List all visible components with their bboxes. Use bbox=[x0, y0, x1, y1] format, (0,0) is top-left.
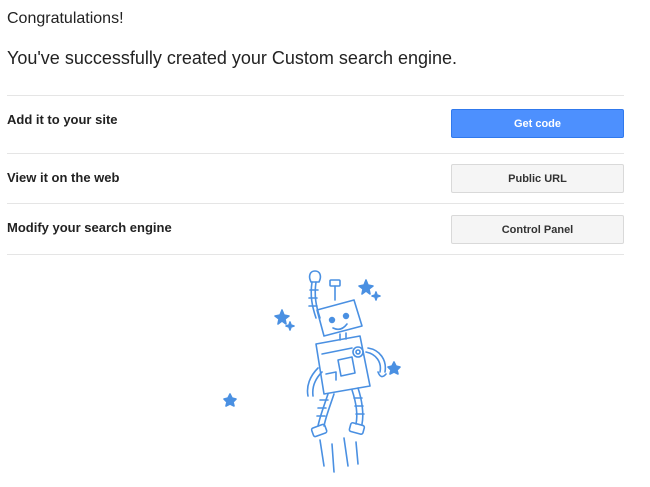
add-to-site-label: Add it to your site bbox=[7, 112, 118, 127]
view-on-web-label: View it on the web bbox=[7, 170, 120, 185]
congratulations-heading: Congratulations! bbox=[7, 10, 124, 27]
divider bbox=[7, 254, 624, 255]
divider bbox=[7, 153, 624, 154]
jumping-robot-icon bbox=[223, 270, 401, 473]
success-page: Congratulations! You've successfully cre… bbox=[0, 0, 650, 487]
public-url-button[interactable]: Public URL bbox=[451, 164, 624, 193]
control-panel-button[interactable]: Control Panel bbox=[451, 215, 624, 244]
divider bbox=[7, 203, 624, 204]
get-code-button[interactable]: Get code bbox=[451, 109, 624, 138]
modify-engine-label: Modify your search engine bbox=[7, 220, 172, 235]
success-message: You've successfully created your Custom … bbox=[7, 48, 458, 68]
divider bbox=[7, 95, 624, 96]
